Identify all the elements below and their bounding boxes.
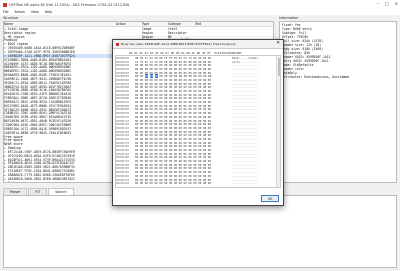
dialog-icon — [116, 42, 119, 46]
hex-bytes: 00 00 00 00 00 00 00 00 00 00 00 00 00 0… — [135, 181, 212, 186]
title-bar: UEFITool NE alpha 65 (Feb 11 2024) - N42… — [0, 0, 400, 9]
menu-view[interactable]: View — [31, 10, 39, 14]
col-name[interactable]: Name — [4, 22, 116, 26]
hex-ascii: ................ — [232, 181, 258, 186]
tab-search[interactable]: Search — [48, 188, 74, 195]
col-type[interactable]: Type — [142, 22, 168, 26]
hex-offset: 00000220 — [116, 181, 129, 186]
information-panel: Fixed: Yes Type: NVAR entry Subtype: Full O… — [279, 21, 397, 183]
hex-row: 00000220 00 00 00 00 00 00 00 00 00 00 00… — [116, 181, 280, 185]
tab-parser[interactable]: Parser — [3, 188, 28, 195]
hex-view-dialog: Body hex view: 4599D26F-1A11-49B8-B91F-8… — [112, 39, 284, 206]
structure-label: Structure — [3, 16, 19, 20]
scrollbar-thumb[interactable] — [277, 58, 280, 76]
col-action[interactable]: Action — [116, 22, 142, 26]
minimize-icon[interactable]: – — [377, 1, 379, 6]
app-icon — [3, 2, 7, 7]
dialog-title-bar: Body hex view: 4599D26F-1A11-49B8-B91F-8… — [113, 40, 283, 49]
dialog-close-icon[interactable]: ✕ — [276, 41, 280, 46]
window-title: UEFITool NE alpha 65 (Feb 11 2024) - N42… — [9, 2, 129, 7]
hex-scrollbar[interactable] — [276, 56, 280, 187]
hex-view[interactable]: 00000000 4E 56 41 52 18 06 FF FF FF 83 53… — [115, 55, 281, 188]
info-line: Attributes: RuntimeAccess, AsciiName — [282, 75, 350, 79]
menu-help[interactable]: Help — [45, 10, 53, 14]
close-icon[interactable]: ✕ — [395, 1, 398, 6]
hex-rows: 00000000 4E 56 41 52 18 06 FF FF FF 83 53… — [116, 56, 280, 185]
window-controls: – □ ✕ — [377, 1, 398, 6]
tab-fit[interactable]: FIT — [28, 188, 48, 195]
ok-button[interactable]: OK — [261, 195, 279, 202]
maximize-icon[interactable]: □ — [385, 1, 389, 6]
bottom-tabs: Parser FIT Search — [3, 188, 74, 195]
information-label: Information — [279, 16, 299, 20]
menu-file[interactable]: File — [3, 10, 9, 14]
tree-row-name: ▸ Padding — [4, 180, 21, 183]
col-subtype[interactable]: Subtype — [168, 22, 195, 26]
menu-action[interactable]: Action — [15, 10, 25, 14]
col-text[interactable]: Text — [195, 22, 255, 26]
menu-bar: File Action View Help — [0, 9, 400, 15]
dialog-title: Body hex view: 4599D26F-1A11-49B8-B91F-8… — [121, 42, 236, 46]
